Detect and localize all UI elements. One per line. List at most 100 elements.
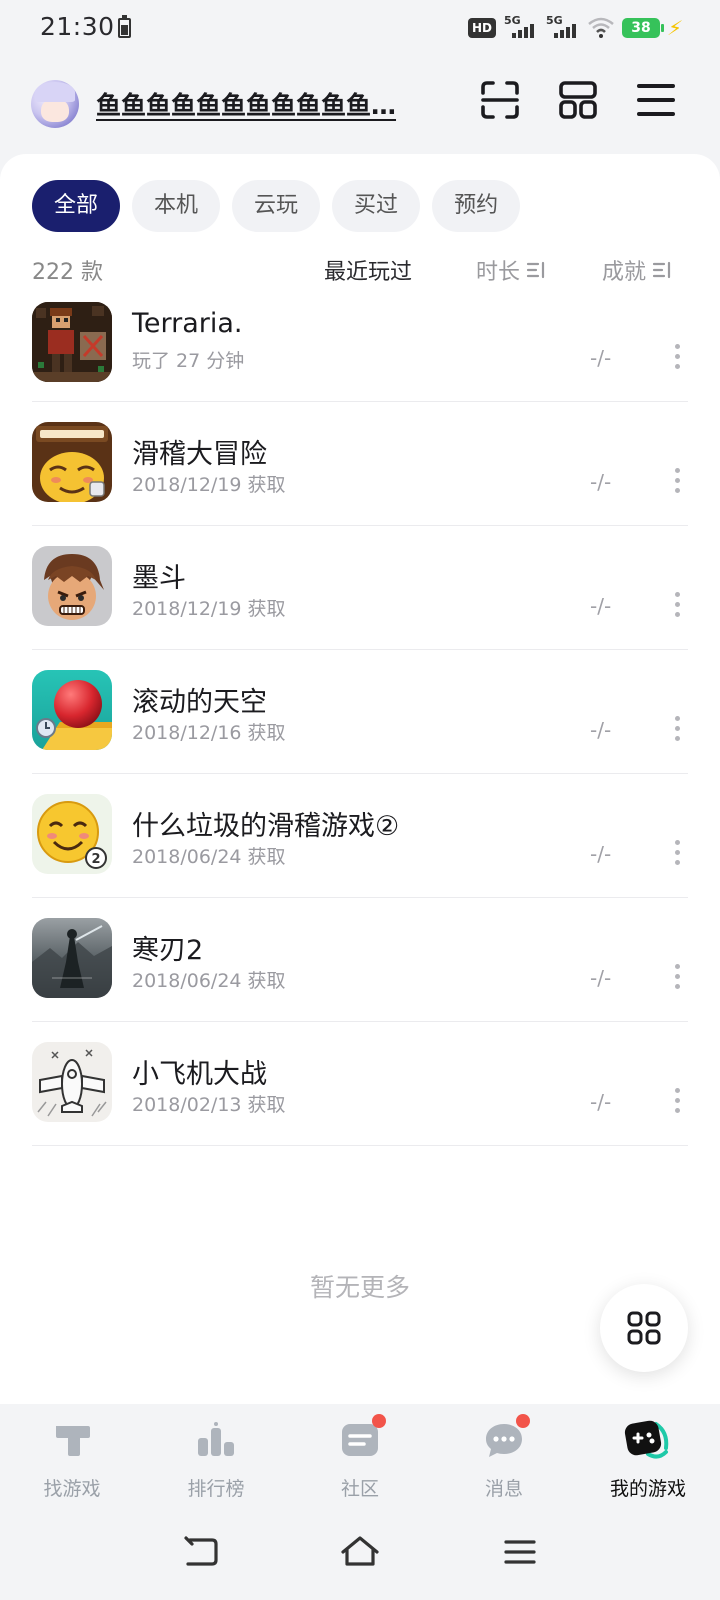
game-title: Terraria. — [132, 308, 243, 339]
game-item-hanren2[interactable]: 寒刃2 2018/06/24 获取 -/- — [32, 898, 688, 1022]
games-card: 全部 本机 云玩 买过 预约 222 款 最近玩过 时长 成就 Terraria… — [0, 154, 720, 1404]
back-icon — [184, 1536, 218, 1566]
messages-badge — [516, 1414, 530, 1428]
nav-community[interactable]: 社区 — [300, 1414, 420, 1508]
game-item-terraria[interactable]: Terraria. 玩了 27 分钟 -/- — [32, 300, 688, 402]
battery-level: 38 — [621, 18, 664, 38]
game-subtitle: 2018/12/19 获取 — [132, 474, 286, 496]
more-options-icon[interactable] — [668, 466, 688, 496]
game-item-modou[interactable]: 墨斗 2018/12/19 获取 -/- — [32, 526, 688, 650]
game-achievement: -/- — [590, 594, 612, 618]
more-options-icon[interactable] — [668, 342, 688, 372]
game-item-rolling-sky[interactable]: 滚动的天空 2018/12/16 获取 -/- — [32, 650, 688, 774]
game-subtitle: 2018/06/24 获取 — [132, 970, 286, 992]
sort-recent[interactable]: 最近玩过 — [324, 254, 412, 286]
recents-button[interactable] — [498, 1532, 542, 1572]
hanren2-icon — [32, 918, 112, 998]
game-subtitle: 2018/02/13 获取 — [132, 1094, 286, 1116]
home-button[interactable] — [338, 1532, 382, 1572]
sort-recent-label: 最近玩过 — [324, 260, 413, 285]
sort-achievement[interactable]: 成就 — [602, 254, 672, 286]
huaji-adventure-icon — [32, 422, 112, 502]
avatar[interactable] — [31, 80, 79, 128]
nav-messages[interactable]: 消息 — [444, 1414, 564, 1508]
sort-order-icon — [526, 261, 545, 279]
sort-duration[interactable]: 时长 — [476, 254, 546, 286]
plane-war-icon — [32, 1042, 112, 1122]
more-options-icon[interactable] — [668, 1086, 688, 1116]
game-item-huaji-adventure[interactable]: 滑稽大冒险 2018/12/19 获取 -/- — [32, 402, 688, 526]
huaji-game-icon: 2 — [32, 794, 112, 874]
terraria-icon — [32, 302, 112, 382]
nav-label: 找游戏 — [43, 1478, 101, 1500]
game-achievement: -/- — [590, 346, 612, 370]
layout-button[interactable] — [554, 76, 602, 124]
game-subtitle: 2018/12/19 获取 — [132, 598, 286, 620]
nav-my-games[interactable]: 我的游戏 — [588, 1418, 708, 1508]
filter-local[interactable]: 本机 — [132, 180, 221, 232]
status-indicators: HD 5G 5G 38 ⚡ — [467, 14, 685, 42]
game-item-huaji-game[interactable]: 2 什么垃圾的滑稽游戏② 2018/06/24 获取 -/- — [32, 774, 688, 898]
menu-button[interactable] — [632, 76, 680, 124]
apps-grid-button[interactable] — [600, 1284, 688, 1372]
svg-text:2: 2 — [91, 852, 100, 867]
hd-voice-icon: HD — [467, 18, 496, 38]
game-title: 滑稽大冒险 — [132, 439, 267, 470]
game-title: 墨斗 — [132, 563, 186, 594]
game-achievement: -/- — [590, 718, 612, 742]
game-title: 寒刃2 — [132, 935, 204, 966]
grid-icon — [627, 1311, 661, 1345]
filter-tabs: 全部 本机 云玩 买过 预约 — [32, 180, 521, 232]
game-subtitle: 2018/12/16 获取 — [132, 722, 286, 744]
filter-reserved[interactable]: 预约 — [432, 180, 521, 232]
sort-duration-label: 时长 — [476, 260, 521, 285]
more-options-icon[interactable] — [668, 962, 688, 992]
scan-icon — [481, 81, 519, 119]
more-options-icon[interactable] — [668, 590, 688, 620]
rolling-sky-icon — [32, 670, 112, 750]
nav-label: 我的游戏 — [609, 1478, 686, 1500]
bottom-nav: 找游戏 排行榜 社区 消息 我的游戏 — [0, 1404, 720, 1514]
layout-icon — [559, 81, 597, 119]
filter-cloud[interactable]: 云玩 — [232, 180, 321, 232]
game-achievement: -/- — [590, 842, 612, 866]
discover-icon — [50, 1418, 94, 1462]
signal-sim2-icon: 5G — [546, 14, 580, 40]
modou-icon — [32, 546, 112, 626]
community-icon — [338, 1414, 386, 1462]
home-icon — [341, 1536, 379, 1566]
game-achievement: -/- — [590, 470, 612, 494]
game-title: 小飞机大战 — [132, 1059, 267, 1090]
scan-button[interactable] — [476, 76, 524, 124]
game-list: Terraria. 玩了 27 分钟 -/- 滑稽大冒险 2018/12/19 … — [32, 300, 688, 1146]
game-count: 222 款 — [32, 260, 103, 285]
game-item-plane-war[interactable]: 小飞机大战 2018/02/13 获取 -/- — [32, 1022, 688, 1146]
filter-all[interactable]: 全部 — [32, 180, 121, 232]
charging-icon: ⚡ — [665, 16, 685, 40]
more-options-icon[interactable] — [668, 714, 688, 744]
signal-sim1-icon: 5G — [504, 14, 538, 40]
game-subtitle: 2018/06/24 获取 — [132, 846, 286, 868]
my-games-icon — [624, 1418, 670, 1462]
sort-achievement-label: 成就 — [602, 260, 647, 285]
game-achievement: -/- — [590, 966, 612, 990]
back-button[interactable] — [178, 1532, 222, 1572]
nav-ranking[interactable]: 排行榜 — [156, 1418, 276, 1508]
game-achievement: -/- — [590, 1090, 612, 1114]
menu-icon — [637, 84, 675, 116]
game-subtitle: 玩了 27 分钟 — [132, 350, 245, 372]
recents-icon — [504, 1540, 536, 1564]
header: 鱼鱼鱼鱼鱼鱼鱼鱼鱼鱼鱼… — [0, 72, 720, 160]
community-badge — [372, 1414, 386, 1428]
nav-label: 排行榜 — [187, 1478, 245, 1500]
battery-saver-icon — [118, 15, 131, 38]
more-options-icon[interactable] — [668, 838, 688, 868]
game-title: 滚动的天空 — [132, 687, 267, 718]
ranking-icon — [194, 1418, 238, 1462]
username[interactable]: 鱼鱼鱼鱼鱼鱼鱼鱼鱼鱼鱼… — [96, 86, 458, 122]
status-time: 21:30 — [40, 12, 115, 41]
nav-discover[interactable]: 找游戏 — [12, 1418, 132, 1508]
nav-label: 消息 — [484, 1478, 523, 1500]
filter-purchased[interactable]: 买过 — [332, 180, 421, 232]
sort-order-icon — [652, 261, 671, 279]
